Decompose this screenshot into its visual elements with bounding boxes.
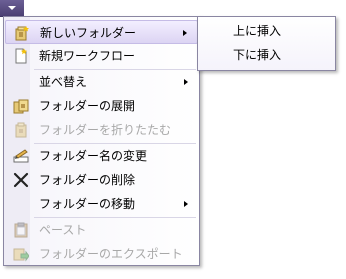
- menu-item-label: フォルダー名の変更: [39, 149, 148, 163]
- menu-item-label: フォルダーの移動: [39, 197, 136, 211]
- menu-item-export-folder[interactable]: フォルダーのエクスポート: [5, 242, 198, 266]
- menu-item-label: 並べ替え: [39, 75, 88, 89]
- submenu-arrow-icon: [184, 201, 188, 207]
- submenu-item-insert-above[interactable]: 上に挿入: [199, 19, 334, 43]
- submenu-item-label: 上に挿入: [233, 24, 282, 38]
- new-folder-submenu: 上に挿入 下に挿入: [197, 16, 336, 71]
- menu-item-move-folder[interactable]: フォルダーの移動: [5, 192, 198, 216]
- submenu-item-label: 下に挿入: [233, 48, 282, 62]
- menu-item-sort[interactable]: 並べ替え: [5, 70, 198, 94]
- submenu-item-insert-below[interactable]: 下に挿入: [199, 43, 334, 67]
- menu-item-new-folder[interactable]: 新しいフォルダー: [5, 20, 198, 44]
- collapse-folder-icon: [13, 122, 29, 138]
- new-folder-icon: [14, 25, 30, 41]
- menu-item-paste[interactable]: ペースト: [5, 218, 198, 242]
- menu-item-new-workflow[interactable]: 新規ワークフロー: [5, 44, 198, 68]
- menu-item-expand-folder[interactable]: フォルダーの展開: [5, 94, 198, 118]
- export-folder-icon: [13, 246, 30, 262]
- paste-icon: [13, 222, 29, 238]
- folder-context-menu: 新しいフォルダー 新規ワークフロー 並べ替え フォルダーの展開 フォルダーを折り…: [3, 16, 200, 266]
- new-workflow-icon: [13, 48, 29, 64]
- menu-item-label: フォルダーの展開: [39, 99, 136, 113]
- menu-item-delete-folder[interactable]: フォルダーの削除: [5, 168, 198, 192]
- menu-item-label: ペースト: [39, 223, 87, 237]
- menu-item-label: 新規ワークフロー: [39, 49, 136, 63]
- menu-item-collapse-folder[interactable]: フォルダーを折りたたむ: [5, 118, 198, 142]
- rename-icon: [13, 148, 29, 164]
- menu-item-rename-folder[interactable]: フォルダー名の変更: [5, 144, 198, 168]
- menu-item-label: フォルダーの削除: [39, 173, 136, 187]
- dropdown-trigger-button[interactable]: [0, 0, 24, 17]
- menu-item-label: 新しいフォルダー: [40, 26, 137, 40]
- expand-folder-icon: [13, 98, 29, 114]
- submenu-arrow-icon: [184, 79, 188, 85]
- chevron-down-icon: [8, 6, 16, 10]
- submenu-arrow-icon: [183, 30, 187, 36]
- menu-item-label: フォルダーを折りたたむ: [39, 123, 172, 137]
- menu-item-label: フォルダーのエクスポート: [39, 247, 183, 261]
- delete-x-icon: [13, 172, 29, 188]
